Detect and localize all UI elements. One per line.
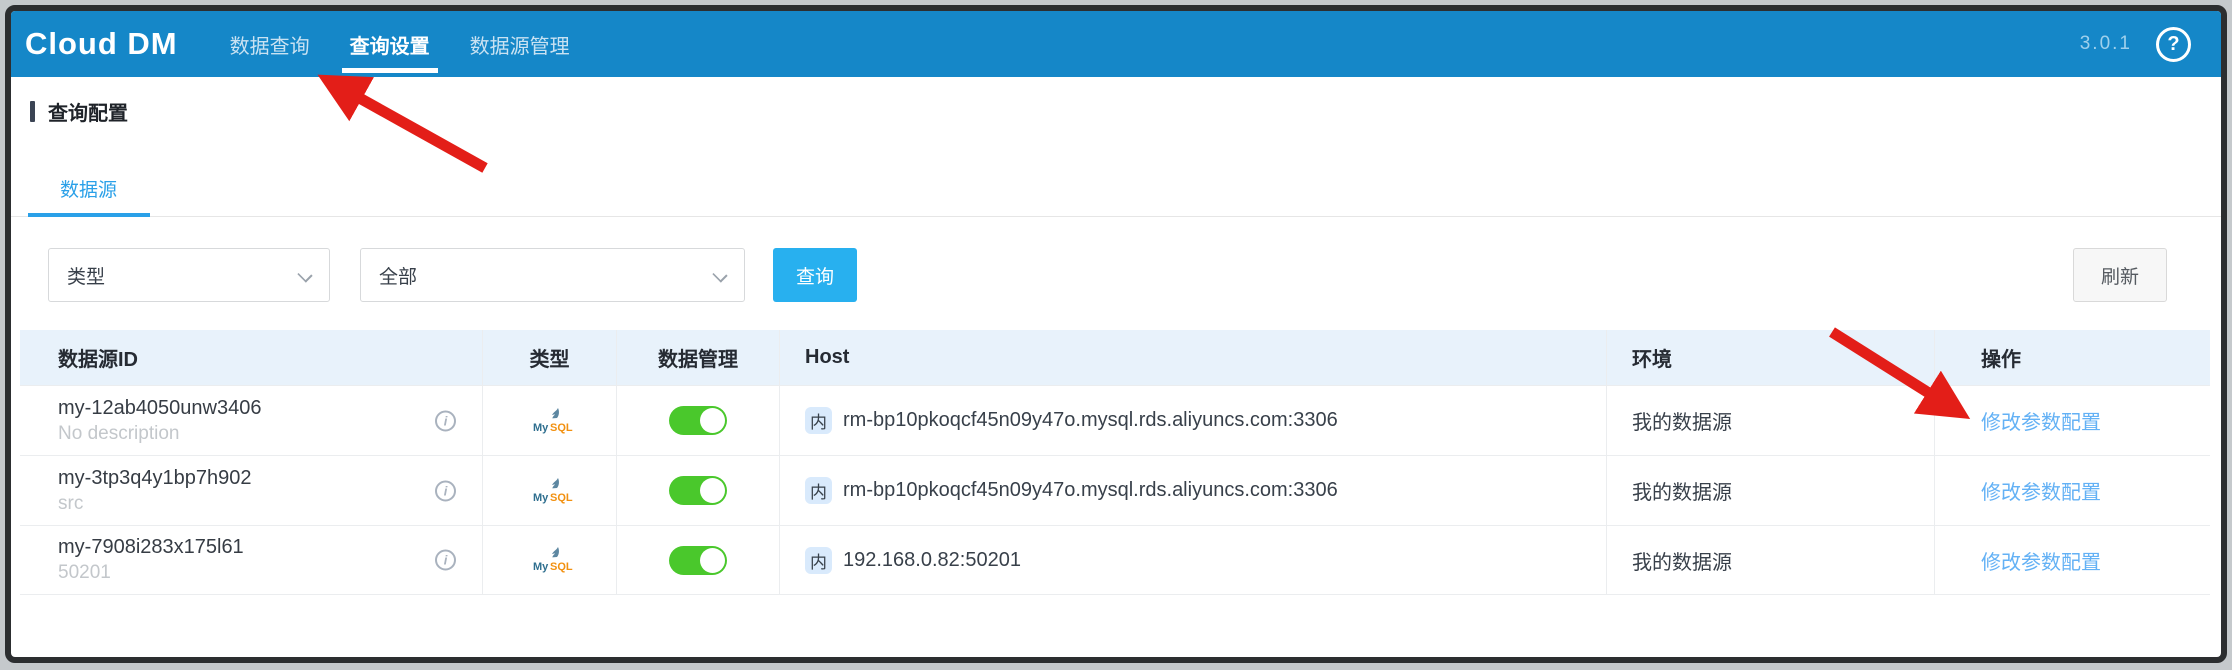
datasource-id: my-12ab4050unw3406 — [58, 397, 262, 420]
cell-datasource-id: my-12ab4050unw3406 No description i — [20, 385, 483, 455]
mysql-icon: My SQL — [527, 406, 573, 436]
chevron-down-icon — [297, 267, 312, 282]
info-icon[interactable]: i — [435, 480, 456, 501]
host-internal-badge: 内 — [805, 407, 832, 434]
nav-item-datasource-management[interactable]: 数据源管理 — [450, 11, 590, 77]
datasource-id: my-7908i283x175l61 — [58, 536, 244, 559]
data-management-toggle[interactable] — [669, 546, 727, 575]
host-internal-badge: 内 — [805, 547, 832, 574]
host-address: rm-bp10pkoqcf45n09y47o.mysql.rds.aliyunc… — [843, 409, 1338, 432]
query-button[interactable]: 查询 — [773, 248, 857, 302]
main-nav: 数据查询 查询设置 数据源管理 — [210, 11, 590, 77]
cell-action: 修改参数配置 — [1935, 525, 2210, 595]
svg-text:My: My — [533, 561, 549, 573]
topbar-right: 3.0.1 ? — [2080, 27, 2221, 62]
svg-text:SQL: SQL — [550, 492, 573, 504]
refresh-button[interactable]: 刷新 — [2073, 248, 2167, 302]
cell-env: 我的数据源 — [1607, 385, 1935, 455]
svg-text:My: My — [533, 492, 549, 504]
tab-bar: 数据源 — [11, 161, 2221, 217]
svg-text:SQL: SQL — [550, 422, 573, 434]
cell-type: My SQL — [483, 455, 617, 525]
info-icon[interactable]: i — [435, 410, 456, 431]
svg-text:SQL: SQL — [550, 561, 573, 573]
cell-type: My SQL — [483, 525, 617, 595]
modify-params-link[interactable]: 修改参数配置 — [1981, 406, 2101, 435]
datasource-table: 数据源ID 类型 数据管理 Host 环境 操作 my-12ab4050unw3… — [20, 330, 2210, 595]
column-header-host: Host — [780, 330, 1607, 385]
title-accent-bar — [30, 101, 35, 122]
type-select-value: 类型 — [67, 262, 105, 289]
type-select[interactable]: 类型 — [48, 248, 330, 302]
cell-action: 修改参数配置 — [1935, 455, 2210, 525]
host-address: rm-bp10pkoqcf45n09y47o.mysql.rds.aliyunc… — [843, 479, 1338, 502]
datasource-description: src — [58, 493, 251, 515]
chevron-down-icon — [712, 267, 727, 282]
table-row: my-3tp3q4y1bp7h902 src i My SQL — [20, 455, 2210, 525]
modify-params-link[interactable]: 修改参数配置 — [1981, 476, 2101, 505]
version-label: 3.0.1 — [2080, 33, 2132, 55]
cell-datasource-id: my-3tp3q4y1bp7h902 src i — [20, 455, 483, 525]
cell-action: 修改参数配置 — [1935, 385, 2210, 455]
annotation-arrow-nav — [329, 81, 485, 168]
cell-data-management — [617, 525, 780, 595]
app-logo: Cloud DM — [25, 26, 178, 62]
active-tab-indicator — [342, 68, 438, 73]
svg-text:My: My — [533, 422, 549, 434]
tab-active-underline — [28, 213, 150, 217]
info-icon[interactable]: i — [435, 550, 456, 571]
column-header-action: 操作 — [1935, 330, 2210, 385]
host-address: 192.168.0.82:50201 — [843, 549, 1021, 572]
nav-label: 查询设置 — [350, 30, 430, 59]
scope-select[interactable]: 全部 — [360, 248, 745, 302]
cell-env: 我的数据源 — [1607, 455, 1935, 525]
datasource-description: No description — [58, 423, 262, 445]
help-icon[interactable]: ? — [2156, 27, 2191, 62]
scope-select-value: 全部 — [379, 262, 417, 289]
toggle-knob — [700, 408, 725, 433]
table-header-row: 数据源ID 类型 数据管理 Host 环境 操作 — [20, 330, 2210, 385]
cell-type: My SQL — [483, 385, 617, 455]
column-header-env: 环境 — [1607, 330, 1935, 385]
modify-params-link[interactable]: 修改参数配置 — [1981, 546, 2101, 575]
mysql-icon: My SQL — [527, 476, 573, 506]
cell-data-management — [617, 455, 780, 525]
filter-toolbar: 类型 全部 查询 刷新 — [11, 248, 2221, 302]
host-internal-badge: 内 — [805, 477, 832, 504]
cell-host: 内 192.168.0.82:50201 — [780, 525, 1607, 595]
toggle-knob — [700, 478, 725, 503]
page-title: 查询配置 — [48, 97, 128, 126]
cell-data-management — [617, 385, 780, 455]
mysql-icon: My SQL — [527, 545, 573, 575]
tab-datasource[interactable]: 数据源 — [60, 175, 117, 202]
table-row: my-12ab4050unw3406 No description i My S… — [20, 385, 2210, 455]
page-header: 查询配置 — [30, 97, 128, 126]
nav-item-data-query[interactable]: 数据查询 — [210, 11, 330, 77]
cell-host: 内 rm-bp10pkoqcf45n09y47o.mysql.rds.aliyu… — [780, 455, 1607, 525]
column-header-datasource-id: 数据源ID — [20, 330, 483, 385]
table-row: my-7908i283x175l61 50201 i My SQL — [20, 525, 2210, 595]
app-window: Cloud DM 数据查询 查询设置 数据源管理 3.0.1 ? 查询配置 数据… — [5, 5, 2227, 663]
nav-label: 数据查询 — [230, 30, 310, 59]
cell-datasource-id: my-7908i283x175l61 50201 i — [20, 525, 483, 595]
nav-item-query-settings[interactable]: 查询设置 — [330, 11, 450, 77]
toggle-knob — [700, 548, 725, 573]
cell-host: 内 rm-bp10pkoqcf45n09y47o.mysql.rds.aliyu… — [780, 385, 1607, 455]
datasource-id: my-3tp3q4y1bp7h902 — [58, 467, 251, 490]
data-management-toggle[interactable] — [669, 406, 727, 435]
cell-env: 我的数据源 — [1607, 525, 1935, 595]
data-management-toggle[interactable] — [669, 476, 727, 505]
nav-label: 数据源管理 — [470, 30, 570, 59]
top-navigation-bar: Cloud DM 数据查询 查询设置 数据源管理 3.0.1 ? — [11, 11, 2221, 77]
column-header-type: 类型 — [483, 330, 617, 385]
datasource-description: 50201 — [58, 562, 244, 584]
column-header-data-management: 数据管理 — [617, 330, 780, 385]
